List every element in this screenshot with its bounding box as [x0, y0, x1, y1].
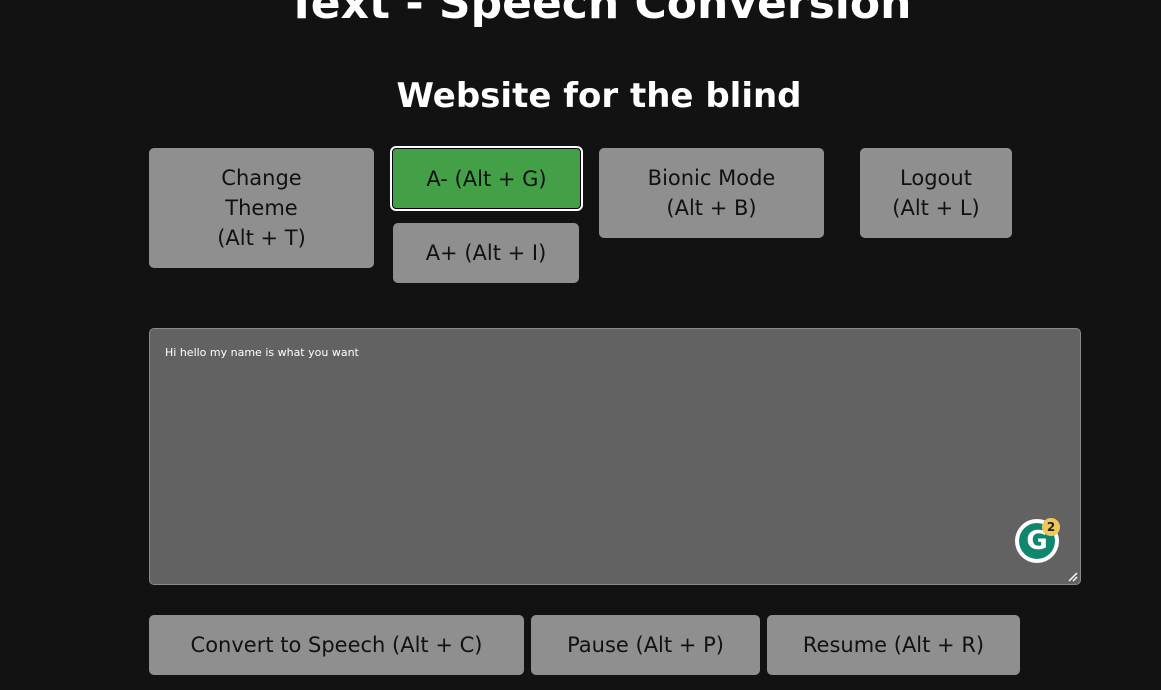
page-title: Text - Speech Conversion — [286, 0, 912, 29]
resize-handle-icon[interactable] — [1066, 570, 1078, 582]
increase-font-button[interactable]: A+ (Alt + I) — [393, 223, 579, 283]
change-theme-label-line2: Theme — [225, 196, 298, 220]
page: Text - Speech Conversion Website for the… — [0, 0, 1161, 690]
grammarly-count-badge: 2 — [1042, 518, 1060, 536]
convert-to-speech-button[interactable]: Convert to Speech (Alt + C) — [149, 615, 524, 675]
change-theme-shortcut: (Alt + T) — [217, 226, 306, 250]
change-theme-button[interactable]: Change Theme (Alt + T) — [149, 148, 374, 268]
pause-label: Pause (Alt + P) — [567, 633, 724, 657]
bionic-mode-button[interactable]: Bionic Mode (Alt + B) — [599, 148, 824, 238]
bionic-mode-label: Bionic Mode — [647, 166, 776, 190]
speech-text-input[interactable] — [149, 328, 1081, 585]
change-theme-label-line1: Change — [221, 166, 302, 190]
logout-label: Logout — [900, 166, 972, 190]
increase-font-label: A+ (Alt + I) — [425, 241, 547, 265]
grammarly-button[interactable]: G 2 — [1015, 518, 1061, 565]
logout-shortcut: (Alt + L) — [892, 196, 980, 220]
resume-button[interactable]: Resume (Alt + R) — [767, 615, 1020, 675]
page-subtitle: Website for the blind — [396, 76, 802, 116]
decrease-font-label: A- (Alt + G) — [426, 166, 547, 191]
logout-button[interactable]: Logout (Alt + L) — [860, 148, 1012, 238]
decrease-font-button[interactable]: A- (Alt + G) — [390, 146, 583, 211]
convert-label: Convert to Speech (Alt + C) — [190, 633, 483, 657]
pause-button[interactable]: Pause (Alt + P) — [531, 615, 760, 675]
resume-label: Resume (Alt + R) — [802, 633, 985, 657]
bionic-mode-shortcut: (Alt + B) — [666, 196, 757, 220]
